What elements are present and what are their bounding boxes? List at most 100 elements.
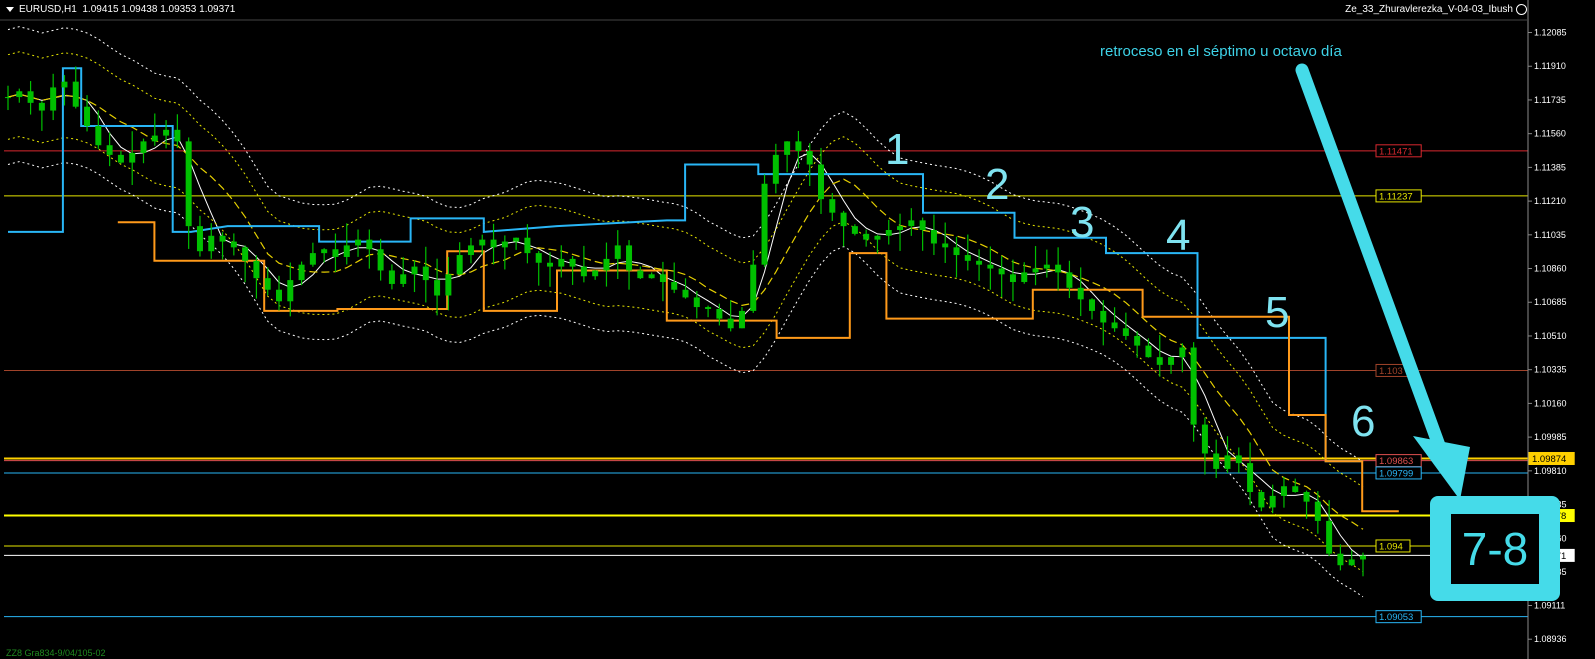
envelope-upper [7, 51, 1364, 488]
count-label-5: 5 [1265, 288, 1290, 337]
candle-body [16, 91, 23, 98]
candle-body [298, 264, 305, 281]
axis-tick-label: 1.10160 [1534, 398, 1567, 408]
candle-body [140, 141, 147, 153]
level-label: 1.09799 [1379, 468, 1413, 479]
price-chart: 1.11471 1.11237 1.103 1.09874 1.098631.09799… [0, 0, 1575, 659]
candle-body [163, 129, 170, 136]
candle-body [309, 253, 316, 265]
candle-body [1201, 424, 1208, 454]
axis-tick-label: 1.08936 [1534, 634, 1567, 644]
axis-tick-label: 1.11735 [1534, 95, 1566, 105]
count-label-1: 1 [885, 125, 910, 174]
candle-body [388, 270, 395, 284]
axis-tick-label: 1.11385 [1534, 162, 1566, 172]
level-label: 1.09874 [1532, 454, 1566, 465]
symbol-timeframe: EURUSD,H1 [19, 4, 77, 15]
candle-body [863, 233, 870, 240]
candle-body [885, 230, 892, 236]
candle-body [659, 274, 666, 283]
candle-body [580, 266, 587, 277]
candle-body [117, 154, 124, 163]
candle-body [1055, 264, 1062, 273]
candle-body [976, 260, 983, 265]
candle-body [851, 226, 858, 234]
candle-body [479, 239, 486, 246]
candle-body [795, 141, 802, 152]
candle-body [185, 141, 192, 227]
candle-body [355, 239, 362, 246]
level-label: 1.09863 [1379, 456, 1413, 467]
candle-body [897, 226, 904, 230]
candle-body [614, 245, 621, 259]
axis-tick-label: 1.12085 [1534, 28, 1567, 38]
candle-body [919, 220, 926, 230]
candle-body [72, 81, 79, 107]
candle-body [829, 199, 836, 213]
candle-body [818, 164, 824, 200]
candle-body [411, 266, 418, 275]
candle-body [5, 97, 11, 99]
candle-body [208, 235, 215, 252]
candle-body [106, 145, 113, 155]
candle-body [682, 289, 689, 298]
candle-body [558, 258, 565, 267]
candle-body [727, 318, 734, 329]
axis-tick-label: 1.09111 [1534, 600, 1565, 610]
candle-body [908, 220, 915, 227]
candle-body [1168, 357, 1175, 365]
axis-tick-label: 1.09985 [1534, 432, 1567, 442]
candle-body [1032, 268, 1039, 273]
candle-body [287, 280, 294, 302]
axis-tick-label: 1.10335 [1534, 365, 1567, 375]
price-axis: 1.12085 1.11910 1.11735 1.11560 1.11385 1.112… [0, 0, 1567, 659]
chart-header: EURUSD,H1 1.09415 1.09438 1.09353 1.0937… [6, 4, 235, 15]
axis-tick-label: 1.10685 [1534, 297, 1567, 307]
candle-body [806, 151, 813, 165]
smiley-icon [1516, 4, 1527, 15]
candle-body [648, 274, 655, 279]
candle-body [38, 102, 45, 111]
annotation-text: retroceso en el séptimo u octavo día [1100, 43, 1342, 60]
candle-body [264, 278, 271, 290]
candle-body [366, 239, 373, 250]
axis-tick-label: 1.11035 [1534, 230, 1566, 240]
candle-body [1258, 492, 1265, 508]
orange-step-line [117, 221, 1399, 513]
candle-body [1269, 495, 1276, 508]
count-label-3: 3 [1070, 198, 1095, 247]
candle-body [626, 245, 633, 271]
ma-slow-line [7, 93, 1364, 530]
candle-body [1280, 486, 1287, 496]
candle-body [761, 183, 768, 265]
level-label: 1.094 [1379, 541, 1403, 552]
candle-body [230, 241, 237, 248]
candle-body [1077, 287, 1084, 300]
candle-body [377, 249, 384, 271]
candle-body [1247, 463, 1254, 493]
candle-body [445, 274, 452, 296]
candle-body [671, 282, 678, 290]
candle-body [321, 249, 328, 254]
candle-body [1111, 322, 1118, 329]
candle-body [592, 270, 599, 277]
count-label-6: 6 [1351, 397, 1376, 446]
candle-body [1043, 264, 1050, 269]
level-label: 1.103 [1379, 366, 1403, 377]
candle-body [930, 230, 937, 244]
candle-body [1224, 455, 1231, 469]
count-label-2: 2 [985, 160, 1010, 209]
axis-tick-label: 1.10510 [1534, 331, 1567, 341]
candle-body [953, 247, 960, 256]
candle-body [1348, 559, 1355, 566]
candle-body [253, 260, 260, 279]
candle-body [1100, 310, 1107, 323]
level-label: 1.11237 [1379, 191, 1413, 202]
candle-body [1156, 357, 1163, 365]
candle-body [456, 255, 463, 275]
candle-body [942, 243, 949, 248]
candle-body [196, 226, 203, 252]
candle-body [840, 212, 847, 227]
candle-body [513, 237, 520, 242]
dropdown-icon[interactable] [6, 6, 14, 12]
